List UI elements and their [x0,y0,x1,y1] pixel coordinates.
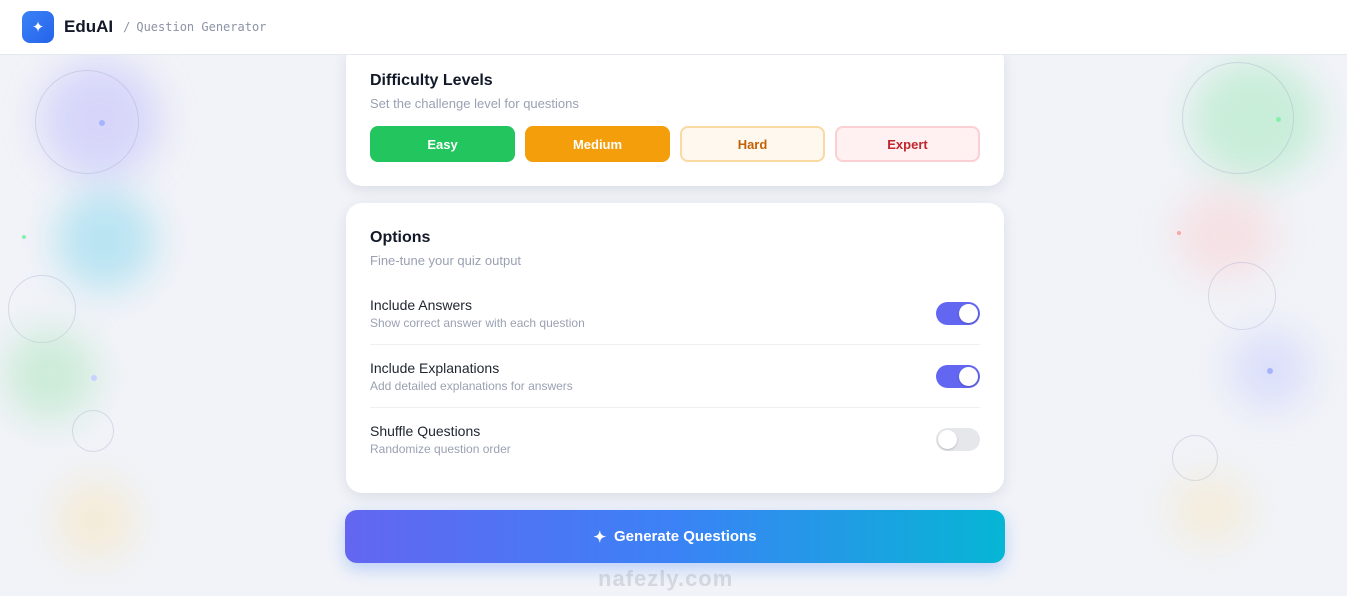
bg-blob [55,190,155,290]
option-description: Show correct answer with each question [370,315,585,330]
breadcrumb-separator: / [123,20,131,34]
breadcrumb: / Question Generator [123,20,266,34]
sparkle-icon: ✦ [31,19,45,36]
difficulty-card: Difficulty Levels Set the challenge leve… [346,44,1004,186]
app-logo[interactable]: ✦ [22,11,54,43]
difficulty-title: Difficulty Levels [370,72,493,89]
bg-dot [99,120,105,126]
breadcrumb-current: Question Generator [136,20,267,34]
bg-ring [1208,262,1276,330]
bg-blob [55,480,135,560]
option-shuffle-questions: Shuffle Questions Randomize question ord… [370,408,980,470]
bg-ring [72,410,114,452]
difficulty-subtitle: Set the challenge level for questions [370,96,579,111]
toggle-knob [959,303,978,323]
watermark: nafezly.com [598,566,734,591]
include-answers-toggle[interactable] [936,301,980,325]
bg-ring [35,70,139,174]
options-list: Include Answers Show correct answer with… [370,282,980,470]
option-label: Include Answers [370,296,472,313]
brand-name[interactable]: EduAI [64,17,113,37]
generate-questions-button[interactable]: ✦ Generate Questions [345,510,1005,563]
options-title: Options [370,229,431,246]
bg-dot [1267,368,1273,374]
difficulty-hard-button[interactable]: Hard [680,126,825,162]
bg-dot [1276,117,1281,122]
bg-dot [22,235,26,239]
option-description: Add detailed explanations for answers [370,378,573,393]
option-include-answers: Include Answers Show correct answer with… [370,282,980,345]
option-description: Randomize question order [370,441,511,456]
difficulty-expert-button[interactable]: Expert [835,126,980,162]
difficulty-options: Easy Medium Hard Expert [370,126,980,162]
shuffle-questions-toggle[interactable] [936,427,980,451]
sparkle-icon: ✦ [593,528,607,546]
app-header: ✦ EduAI / Question Generator [0,0,1347,55]
toggle-knob [938,429,957,449]
option-label: Include Explanations [370,359,500,376]
option-label: Shuffle Questions [370,422,481,439]
options-subtitle: Fine-tune your quiz output [370,253,522,268]
options-card: Options Fine-tune your quiz output Inclu… [346,203,1004,493]
include-explanations-toggle[interactable] [936,364,980,388]
difficulty-easy-button[interactable]: Easy [370,126,515,162]
bg-dot [91,375,97,381]
generate-button-label: Generate Questions [614,528,757,545]
toggle-knob [959,366,978,386]
bg-blob [1170,475,1250,545]
bg-dot [1177,231,1181,235]
difficulty-medium-button[interactable]: Medium [525,126,670,162]
option-include-explanations: Include Explanations Add detailed explan… [370,345,980,408]
bg-blob [5,330,95,420]
